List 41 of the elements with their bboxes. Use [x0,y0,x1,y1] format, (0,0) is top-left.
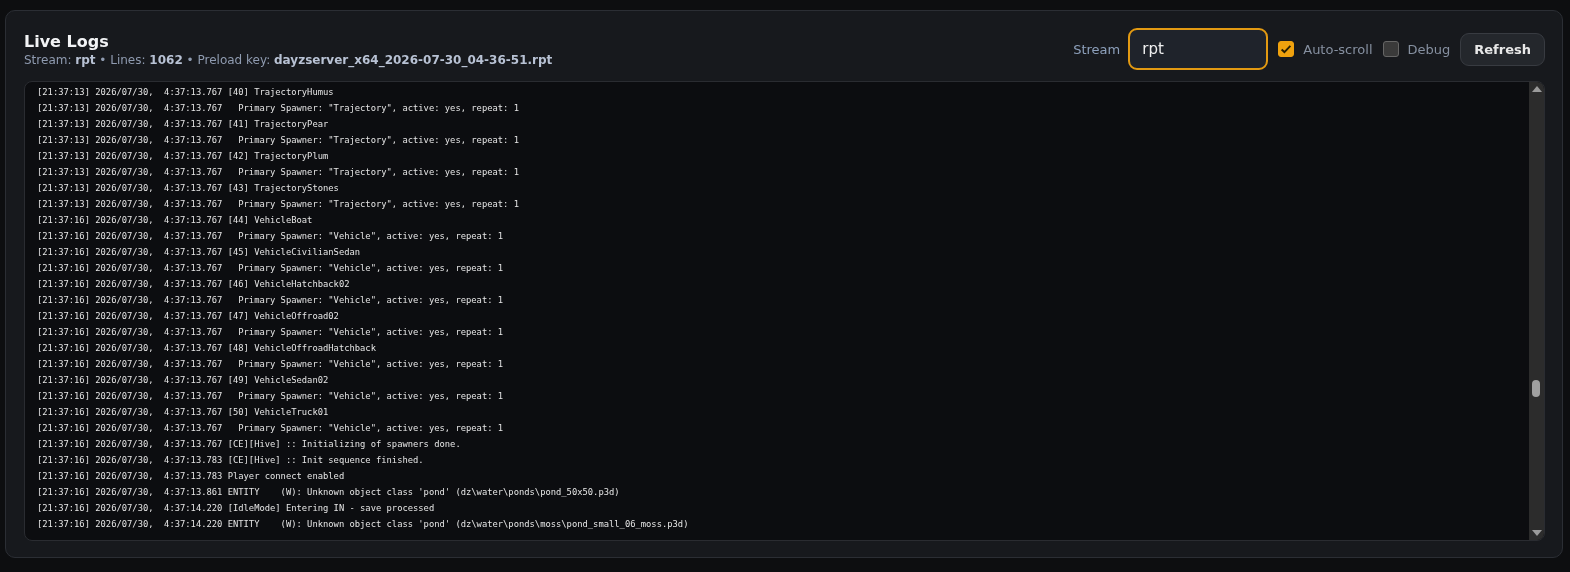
log-line: [21:37:13] 2026/07/30, 4:37:13.767 [43] TrajectoryStones [37,182,340,195]
log-line: [21:37:13] 2026/07/30, 4:37:13.767 Primary Spawner: "Trajectory", active: yes, repeat: 1 [37,198,520,211]
scroll-up-icon[interactable] [1531,86,1542,92]
panel-title: Live Logs [24,31,110,51]
checkbox[interactable] [1382,41,1399,57]
log-line: [21:37:16] 2026/07/30, 4:37:13.767 Primary Spawner: "Vehicle", active: yes, repeat: 1 [37,326,505,339]
log-line: [21:37:16] 2026/07/30, 4:37:13.767 [47] VehicleOffroad02 [37,310,340,323]
log-line: [21:37:16] 2026/07/30, 4:37:13.767 [50] VehicleTruck01 [37,406,330,419]
log-line: [21:37:13] 2026/07/30, 4:37:13.767 Primary Spawner: "Trajectory", active: yes, repeat: 1 [37,134,520,147]
log-line: [21:37:16] 2026/07/30, 4:37:13.767 [49] VehicleSedan02 [37,374,330,387]
log-line: [21:37:16] 2026/07/30, 4:37:13.767 [48] VehicleOffroadHatchback [37,342,377,355]
log-line: [21:37:13] 2026/07/30, 4:37:13.767 [41] TrajectoryPear [37,118,330,131]
log-line: [21:37:16] 2026/07/30, 4:37:14.220 [IdleMode] Entering IN - save processed [37,502,436,515]
checkbox-label: Auto-scroll [1303,41,1373,57]
scroll-down-icon[interactable] [1531,530,1542,536]
log-line: [21:37:16] 2026/07/30, 4:37:13.767 Primary Spawner: "Vehicle", active: yes, repeat: 1 [37,390,505,403]
log-line: [21:37:13] 2026/07/30, 4:37:13.767 Primary Spawner: "Trajectory", active: yes, repeat: 1 [37,102,520,115]
refresh-button[interactable]: Refresh [1460,32,1545,66]
log-line: [21:37:16] 2026/07/30, 4:37:14.220 ENTITY (W): Unknown object class 'pond' (dz\water\ponds\moss\pond_small_06_moss.p3d) [37,518,690,531]
log-line: [21:37:16] 2026/07/30, 4:37:13.767 Primary Spawner: "Vehicle", active: yes, repeat: 1 [37,422,505,435]
checkbox[interactable] [1278,41,1295,57]
log-line: [21:37:16] 2026/07/30, 4:37:13.767 Primary Spawner: "Vehicle", active: yes, repeat: 1 [37,294,505,307]
log-line: [21:37:16] 2026/07/30, 4:37:13.767 [CE][Hive] :: Initializing of spawners done. [37,438,462,451]
log-line: [21:37:16] 2026/07/30, 4:37:13.783 [CE][Hive] :: Init sequence finished. [37,454,425,467]
stream-label: Stream [1073,41,1121,57]
stream-field[interactable]: rpt [1128,28,1269,70]
stream-info: Stream: rpt • Lines: 1062 • Preload key: dayzserver_x64_2026-07-30_04-36-51.rpt [24,52,553,67]
scroll-thumb[interactable] [1532,380,1540,397]
log-line: [21:37:16] 2026/07/30, 4:37:13.767 Primary Spawner: "Vehicle", active: yes, repeat: 1 [37,230,505,243]
log-line: [21:37:16] 2026/07/30, 4:37:13.783 Player connect enabled [37,470,346,483]
log-line: [21:37:16] 2026/07/30, 4:37:13.767 [44] VehicleBoat [37,214,314,227]
log-line: [21:37:16] 2026/07/30, 4:37:13.767 [46] VehicleHatchback02 [37,278,351,291]
log-line: [21:37:13] 2026/07/30, 4:37:13.767 [40] TrajectoryHumus [37,86,335,99]
log-line: [21:37:16] 2026/07/30, 4:37:13.767 [45] VehicleCivilianSedan [37,246,362,259]
scrollbar[interactable] [1529,82,1544,540]
log-line: [21:37:13] 2026/07/30, 4:37:13.767 [42] TrajectoryPlum [37,150,330,163]
log-line: [21:37:16] 2026/07/30, 4:37:13.767 Primary Spawner: "Vehicle", active: yes, repeat: 1 [37,358,505,371]
log-line: [21:37:16] 2026/07/30, 4:37:13.767 Primary Spawner: "Vehicle", active: yes, repeat: 1 [37,262,505,275]
log-line: [21:37:16] 2026/07/30, 4:37:13.861 ENTITY (W): Unknown object class 'pond' (dz\water\ponds\pond_50x50.p3d) [37,486,621,499]
log-line: [21:37:13] 2026/07/30, 4:37:13.767 Primary Spawner: "Trajectory", active: yes, repeat: 1 [37,166,520,179]
checkbox-label: Debug [1407,41,1451,57]
